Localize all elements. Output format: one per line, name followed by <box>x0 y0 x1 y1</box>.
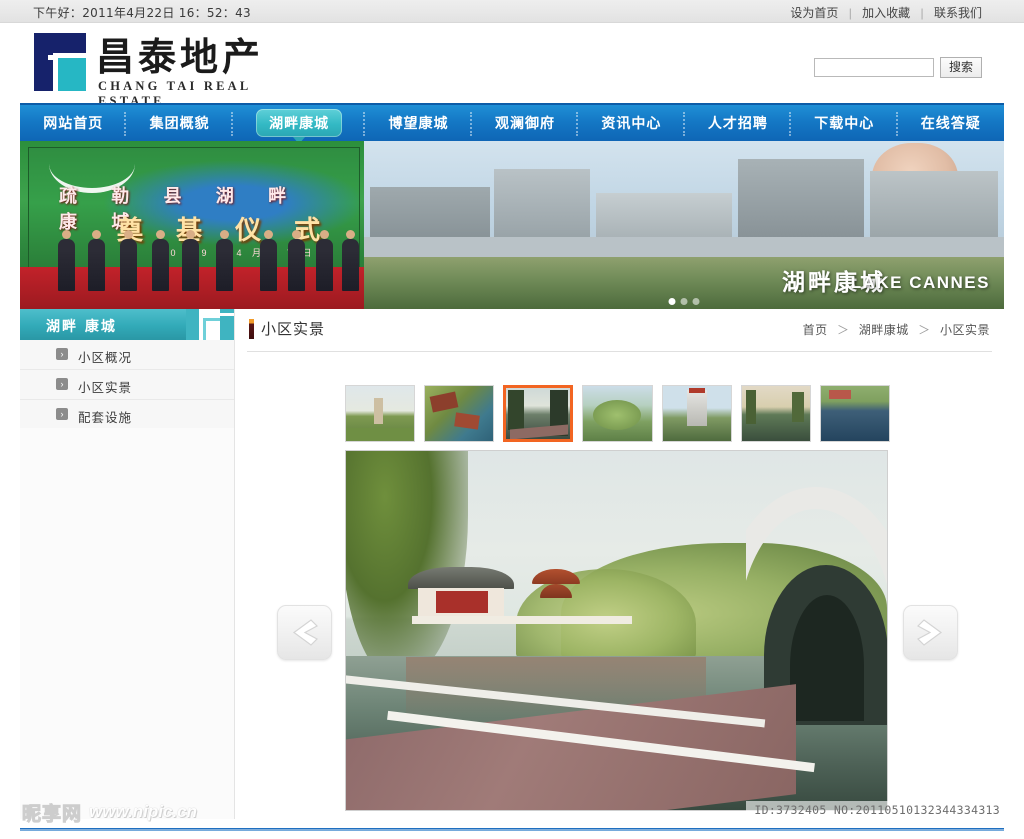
arrow-right-icon: › <box>56 408 68 420</box>
gallery-thumbnail[interactable] <box>345 385 416 442</box>
banner-project-name-en: LAKE CANNES <box>850 273 990 292</box>
sidebar-title: 湖畔 康城 <box>46 319 117 335</box>
sidebar-item-facilities[interactable]: › 配套设施 <box>20 400 234 430</box>
site-logo[interactable]: 昌泰地产 CHANG TAI REAL ESTATE <box>34 31 265 108</box>
gallery-thumbnail[interactable] <box>661 385 732 442</box>
sidebar-filler <box>20 428 234 819</box>
sidebar-header: 湖畔 康城 <box>20 309 186 340</box>
page-body: 湖畔 康城 › 小区概况 › 小区实景 › 配套设施 小区实景 首页 ＞ 湖畔康… <box>20 309 1004 819</box>
nav-item-group-profile[interactable]: 集团概貌 <box>126 105 233 143</box>
banner-ceremony-photo: 疏 勒 县 湖 畔 康 城 奠 基 仪 式 2 0 0 9 年 4 月 2 7 … <box>20 141 364 309</box>
sidebar-item-label: 小区实景 <box>78 380 133 395</box>
nav-label: 在线答疑 <box>920 116 981 132</box>
watermark-url: www.nipic.cn <box>89 802 198 821</box>
breadcrumb-item-current: 小区实景 <box>939 323 990 337</box>
title-marker-icon <box>249 319 254 339</box>
breadcrumb-separator: ＞ <box>918 323 931 337</box>
search-box: 搜索 <box>814 57 982 78</box>
nav-label: 湖畔康城 <box>256 109 343 137</box>
chevron-left-icon <box>292 619 318 646</box>
gallery-thumbnail-strip <box>345 385 890 445</box>
ceremony-attendees <box>20 230 364 291</box>
image-id-label: ID:3732405 NO:20110510132344334313 <box>746 801 1008 819</box>
gallery-thumbnail[interactable] <box>582 385 653 442</box>
breadcrumb-item-home[interactable]: 首页 <box>803 323 828 337</box>
gallery-main-image[interactable] <box>345 450 888 811</box>
breadcrumb-separator: ＞ <box>836 323 850 337</box>
hero-banner[interactable]: 疏 勒 县 湖 畔 康 城 奠 基 仪 式 2 0 0 9 年 4 月 2 7 … <box>20 141 1004 309</box>
nav-label: 网站首页 <box>43 116 104 132</box>
nav-label: 下载中心 <box>814 116 875 132</box>
logo-chinese-name: 昌泰地产 <box>96 35 265 79</box>
nav-item-download-center[interactable]: 下载中心 <box>791 105 898 143</box>
arrow-right-icon: › <box>56 378 68 390</box>
logo-band: 昌泰地产 CHANG TAI REAL ESTATE 搜索 <box>0 23 1024 108</box>
contact-us-link[interactable]: 联系我们 <box>934 6 982 20</box>
nav-label: 观澜御府 <box>494 116 555 132</box>
content-header: 小区实景 首页 ＞ 湖畔康城 ＞ 小区实景 <box>235 309 1004 351</box>
gallery-main-area <box>277 450 958 811</box>
logo-mark-icon <box>34 33 86 91</box>
nav-item-news-center[interactable]: 资讯中心 <box>578 105 685 143</box>
arrow-right-icon: › <box>56 348 68 360</box>
gallery-prev-button[interactable] <box>277 605 332 660</box>
lakeside-pavilion <box>408 567 632 629</box>
link-separator-1: | <box>848 6 852 20</box>
link-separator-2: | <box>920 6 924 20</box>
banner-pagination-dots[interactable] <box>668 298 700 305</box>
breadcrumb: 首页 ＞ 湖畔康城 ＞ 小区实景 <box>803 321 990 338</box>
sidebar-item-overview[interactable]: › 小区概况 <box>20 340 234 370</box>
sidebar-decoration-icon <box>186 309 234 340</box>
gallery-thumbnail[interactable] <box>740 385 811 442</box>
page-title: 小区实景 <box>261 320 326 338</box>
greeting-datetime: 下午好：2011年4月22日 16：52：43 <box>33 6 251 20</box>
watermark: 昵享网 www.nipic.cn <box>21 799 198 825</box>
gallery-thumbnail[interactable] <box>424 385 495 442</box>
nav-item-bowang-kangcheng[interactable]: 博望康城 <box>365 105 472 143</box>
willow-tree <box>346 451 468 681</box>
nav-label: 资讯中心 <box>601 116 662 132</box>
nav-item-online-faq[interactable]: 在线答疑 <box>898 105 1004 143</box>
sidebar-item-real-scenery[interactable]: › 小区实景 <box>20 370 234 400</box>
banner-project-render: 湖畔康城 LAKE CANNES <box>364 141 1004 309</box>
search-input[interactable] <box>814 58 934 77</box>
nav-item-home[interactable]: 网站首页 <box>20 105 127 143</box>
footer-accent-line <box>20 828 1004 831</box>
gallery-thumbnail[interactable] <box>819 385 890 442</box>
gallery-thumbnail-selected[interactable] <box>503 385 574 442</box>
sidebar-item-label: 配套设施 <box>78 410 133 425</box>
sidebar-item-label: 小区概况 <box>78 350 133 365</box>
utility-links: 设为首页 | 加入收藏 | 联系我们 <box>790 4 982 21</box>
nav-item-guanlan-yufu[interactable]: 观澜御府 <box>472 105 579 143</box>
gallery-next-button[interactable] <box>903 605 958 660</box>
main-navigation: 网站首页 集团概貌 湖畔康城 博望康城 观澜御府 资讯中心 人才招聘 下载中心 … <box>20 103 1004 144</box>
search-button[interactable]: 搜索 <box>940 57 982 78</box>
sidebar: 湖畔 康城 › 小区概况 › 小区实景 › 配套设施 <box>20 309 235 819</box>
nav-item-recruitment[interactable]: 人才招聘 <box>685 105 792 143</box>
content-divider <box>247 351 992 352</box>
breadcrumb-item-project[interactable]: 湖畔康城 <box>859 323 909 337</box>
add-favorite-link[interactable]: 加入收藏 <box>862 6 910 20</box>
sidebar-menu: › 小区概况 › 小区实景 › 配套设施 <box>20 340 234 430</box>
content-panel: 小区实景 首页 ＞ 湖畔康城 ＞ 小区实景 <box>235 309 1004 819</box>
chevron-right-icon <box>917 619 943 646</box>
set-homepage-link[interactable]: 设为首页 <box>790 6 838 20</box>
pagoda <box>532 569 580 603</box>
watermark-site-name: 昵享网 <box>21 802 83 825</box>
nav-item-lakeside-kangcheng[interactable]: 湖畔康城 <box>233 105 366 144</box>
nav-label: 人才招聘 <box>707 116 768 132</box>
nav-label: 集团概貌 <box>149 116 210 132</box>
top-utility-bar: 下午好：2011年4月22日 16：52：43 设为首页 | 加入收藏 | 联系… <box>0 0 1024 23</box>
nav-label: 博望康城 <box>388 116 449 132</box>
